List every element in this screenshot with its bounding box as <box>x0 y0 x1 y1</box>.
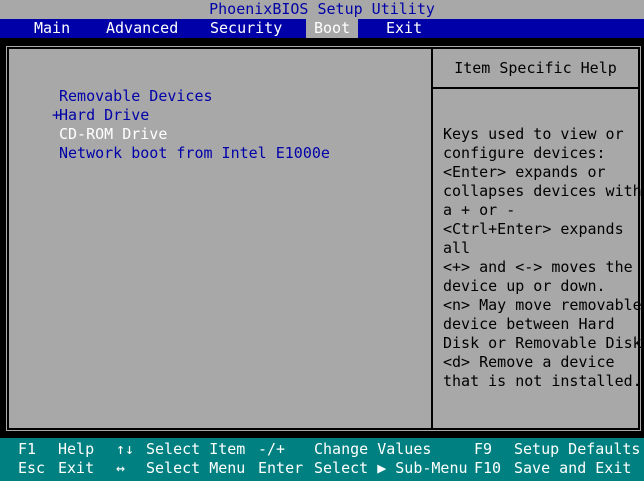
arrow-left-right-icon: ↔ <box>116 459 126 477</box>
help-line: a + or - <box>443 201 516 219</box>
help-line: Disk or Removable Disk <box>443 334 642 352</box>
key-select-submenu-desc: Select ▶ Sub-Menu <box>314 459 468 477</box>
window-title: PhoenixBIOS Setup Utility <box>0 0 644 19</box>
boot-item-cdrom-drive[interactable]: CD-ROM Drive <box>52 125 330 144</box>
menu-bar: Main Advanced Security Boot Exit <box>0 19 644 38</box>
boot-item-label: CD-ROM Drive <box>59 125 168 143</box>
key-save-exit-desc: Save and Exit <box>514 459 632 477</box>
boot-item-label: Removable Devices <box>59 87 213 105</box>
key-enter: Enter <box>258 459 304 477</box>
boot-item-hard-drive[interactable]: +Hard Drive <box>52 106 330 125</box>
key-legend-footer: F1 Help ↑↓ Select Item -/+ Change Values… <box>0 438 644 481</box>
help-line: <Ctrl+Enter> expands <box>443 220 624 238</box>
key-change-values-desc: Change Values <box>314 440 432 458</box>
menu-tab-security[interactable]: Security <box>202 19 290 38</box>
key-f1-desc: Help <box>58 440 95 458</box>
key-minus-plus: -/+ <box>258 440 286 458</box>
boot-item-network-boot[interactable]: Network boot from Intel E1000e <box>52 144 330 163</box>
boot-device-list: Removable Devices +Hard Drive CD-ROM Dri… <box>52 87 330 163</box>
key-f1: F1 <box>18 440 37 458</box>
arrow-up-down-icon: ↑↓ <box>116 440 135 458</box>
help-line: <Enter> expands or <box>443 163 606 181</box>
key-esc: Esc <box>18 459 46 477</box>
help-line: <n> May move removable <box>443 296 642 314</box>
key-f9: F9 <box>474 440 493 458</box>
help-line: collapses devices with <box>443 182 642 200</box>
key-esc-desc: Exit <box>58 459 95 477</box>
panel-divider <box>431 49 433 428</box>
help-line: Keys used to view or <box>443 125 624 143</box>
main-area: Removable Devices +Hard Drive CD-ROM Dri… <box>0 38 644 438</box>
key-select-item-desc: Select Item <box>146 440 246 458</box>
help-title: Item Specific Help <box>454 59 617 77</box>
boot-item-label: Network boot from Intel E1000e <box>59 144 330 162</box>
key-setup-defaults-desc: Setup Defaults <box>514 440 641 458</box>
boot-item-label: Hard Drive <box>59 106 150 124</box>
key-f10: F10 <box>474 459 502 477</box>
help-line: all <box>443 239 471 257</box>
help-line: device up or down. <box>443 277 606 295</box>
help-line: that is not installed. <box>443 372 642 390</box>
help-line: device between Hard <box>443 315 615 333</box>
boot-item-removable-devices[interactable]: Removable Devices <box>52 87 330 106</box>
boot-item-prefix: + <box>52 106 62 124</box>
menu-tab-boot[interactable]: Boot <box>306 19 359 38</box>
menu-tab-main[interactable]: Main <box>26 19 78 38</box>
help-line: <d> Remove a device <box>443 353 615 371</box>
help-line: configure devices: <box>443 144 606 162</box>
help-title-divider <box>433 87 638 89</box>
menu-tab-exit[interactable]: Exit <box>378 19 430 38</box>
key-select-menu-desc: Select Menu <box>146 459 246 477</box>
help-line: <+> and <-> moves the <box>443 258 633 276</box>
menu-tab-advanced[interactable]: Advanced <box>98 19 186 38</box>
help-text: Keys used to view or configure devices: … <box>443 125 642 391</box>
boot-panel: Removable Devices +Hard Drive CD-ROM Dri… <box>8 48 642 429</box>
